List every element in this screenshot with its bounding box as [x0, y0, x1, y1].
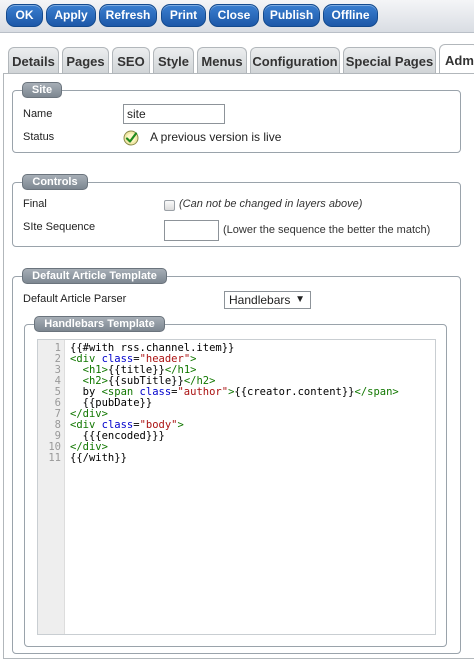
- sequence-hint: (Lower the sequence the better the match…: [223, 224, 431, 236]
- parser-select[interactable]: Handlebars ▼: [224, 291, 311, 309]
- code-editor[interactable]: 1 2 3 4 5 6 7 8 9 10 11 {{#with rss.chan…: [37, 339, 436, 635]
- refresh-button[interactable]: Refresh: [99, 4, 157, 27]
- close-button[interactable]: Close: [209, 4, 259, 27]
- controls-fieldset: [12, 182, 461, 247]
- tab-menus[interactable]: Menus: [197, 47, 247, 74]
- tab-bar: Details Pages SEO Style Menus Configurat…: [0, 44, 474, 75]
- tab-style[interactable]: Style: [153, 47, 194, 74]
- final-label: Final: [23, 198, 47, 210]
- code-line: {{/with}}: [70, 452, 127, 464]
- status-label: Status: [23, 131, 55, 143]
- tab-details[interactable]: Details: [8, 47, 59, 74]
- status-text: A previous version is live: [150, 130, 282, 144]
- print-button[interactable]: Print: [161, 4, 206, 27]
- sequence-input[interactable]: [164, 220, 219, 241]
- name-label: Name: [23, 108, 53, 120]
- line-number-gutter: 1 2 3 4 5 6 7 8 9 10 11: [38, 340, 65, 634]
- final-checkbox[interactable]: [164, 200, 175, 211]
- final-hint: (Can not be changed in layers above): [179, 198, 363, 210]
- template-legend: Default Article Template: [22, 268, 167, 284]
- tab-pages[interactable]: Pages: [62, 47, 109, 74]
- chevron-down-icon: ▼: [295, 294, 305, 305]
- site-legend: Site: [22, 82, 62, 98]
- line-number: 11: [48, 452, 61, 464]
- tab-configuration[interactable]: Configuration: [250, 47, 340, 74]
- offline-button[interactable]: Offline: [323, 4, 378, 27]
- publish-button[interactable]: Publish: [263, 4, 320, 27]
- name-input[interactable]: site: [123, 104, 225, 124]
- parser-label: Default Article Parser: [23, 293, 127, 305]
- parser-select-value: Handlebars: [229, 293, 291, 307]
- tab-special-pages[interactable]: Special Pages: [343, 47, 436, 74]
- check-circle-icon: [123, 130, 139, 146]
- ok-button[interactable]: OK: [6, 4, 43, 27]
- tab-seo[interactable]: SEO: [112, 47, 150, 74]
- toolbar: OK Apply Refresh Print Close Publish Off…: [0, 0, 474, 33]
- handlebars-legend: Handlebars Template: [34, 316, 165, 332]
- apply-button[interactable]: Apply: [46, 4, 96, 27]
- controls-legend: Controls: [22, 174, 88, 190]
- sequence-label: SIte Sequence: [23, 221, 96, 233]
- tab-admin[interactable]: Admi: [439, 44, 474, 75]
